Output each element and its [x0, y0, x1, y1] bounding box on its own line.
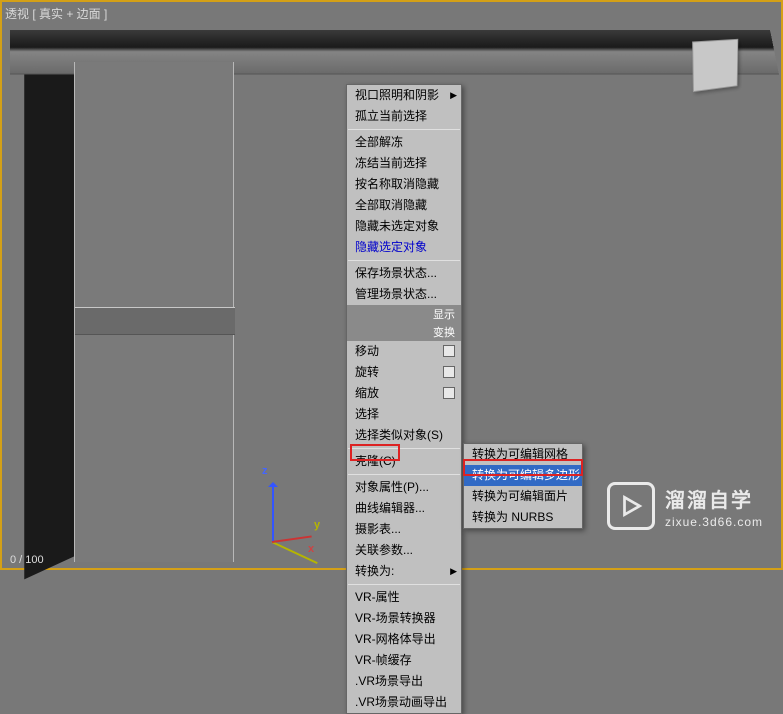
submenu-nurbs[interactable]: 转换为 NURBS [464, 507, 582, 528]
submenu-editable-mesh[interactable]: 转换为可编辑网格 [464, 444, 582, 465]
viewport-label: 透视 [ 真实 + 边面 ] [5, 5, 107, 22]
menu-separator [348, 129, 460, 130]
axis-gizmo[interactable]: z y x [232, 473, 312, 553]
menu-vr-properties[interactable]: VR-属性 [347, 587, 461, 608]
menu-isolate-selection[interactable]: 孤立当前选择 [347, 106, 461, 127]
menu-separator [348, 260, 460, 261]
status-bar: 0 / 100 [2, 552, 52, 568]
menu-manage-scene-state[interactable]: 管理场景状态... [347, 284, 461, 305]
menu-unhide-by-name[interactable]: 按名称取消隐藏 [347, 174, 461, 195]
menu-object-properties[interactable]: 对象属性(P)... [347, 477, 461, 498]
viewcube[interactable] [692, 39, 738, 92]
watermark-title: 溜溜自学 [665, 484, 763, 513]
submenu-editable-patch[interactable]: 转换为可编辑面片 [464, 486, 582, 507]
axis-label-y: y [314, 519, 320, 531]
menu-hide-selection[interactable]: 隐藏选定对象 [347, 237, 461, 258]
axis-z [272, 483, 274, 543]
menu-vr-scene-anim-export[interactable]: .VR场景动画导出 [347, 692, 461, 713]
menu-hide-unselected[interactable]: 隐藏未选定对象 [347, 216, 461, 237]
menu-viewport-lighting[interactable]: 视口照明和阴影 [347, 85, 461, 106]
menu-wire-parameters[interactable]: 关联参数... [347, 540, 461, 561]
axis-label-z: z [262, 465, 268, 477]
play-icon [607, 482, 655, 530]
menu-separator [348, 448, 460, 449]
context-menu-main: 视口照明和阴影 孤立当前选择 全部解冻 冻结当前选择 按名称取消隐藏 全部取消隐… [346, 84, 462, 714]
shelf-mid [75, 307, 235, 335]
menu-vr-scene-converter[interactable]: VR-场景转换器 [347, 608, 461, 629]
menu-clone[interactable]: 克隆(C) [347, 451, 461, 472]
menu-unhide-all[interactable]: 全部取消隐藏 [347, 195, 461, 216]
viewport[interactable]: 透视 [ 真实 + 边面 ] z y x 0 / 100 视口照明和阴影 孤立当… [0, 0, 783, 570]
menu-separator [348, 474, 460, 475]
menu-dope-sheet[interactable]: 摄影表... [347, 519, 461, 540]
menu-header-display: 显示 [347, 305, 461, 323]
menu-select-similar[interactable]: 选择类似对象(S) [347, 425, 461, 446]
watermark-url: zixue.3d66.com [665, 515, 763, 529]
column-shadow [24, 36, 75, 579]
submenu-editable-poly[interactable]: 转换为可编辑多边形 [464, 465, 582, 486]
axis-x [272, 535, 312, 543]
menu-vr-scene-export[interactable]: .VR场景导出 [347, 671, 461, 692]
context-submenu-convert: 转换为可编辑网格 转换为可编辑多边形 转换为可编辑面片 转换为 NURBS [463, 443, 583, 529]
menu-select[interactable]: 选择 [347, 404, 461, 425]
menu-header-transform: 变换 [347, 323, 461, 341]
watermark: 溜溜自学 zixue.3d66.com [607, 482, 763, 530]
menu-scale[interactable]: 缩放 [347, 383, 461, 404]
menu-convert-to[interactable]: 转换为: [347, 561, 461, 582]
axis-label-x: x [308, 543, 314, 555]
menu-save-scene-state[interactable]: 保存场景状态... [347, 263, 461, 284]
menu-vr-mesh-export[interactable]: VR-网格体导出 [347, 629, 461, 650]
menu-freeze-selection[interactable]: 冻结当前选择 [347, 153, 461, 174]
menu-curve-editor[interactable]: 曲线编辑器... [347, 498, 461, 519]
menu-unfreeze-all[interactable]: 全部解冻 [347, 132, 461, 153]
column [74, 62, 234, 562]
menu-move[interactable]: 移动 [347, 341, 461, 362]
menu-separator [348, 584, 460, 585]
menu-vr-frame-buffer[interactable]: VR-帧缓存 [347, 650, 461, 671]
menu-rotate[interactable]: 旋转 [347, 362, 461, 383]
